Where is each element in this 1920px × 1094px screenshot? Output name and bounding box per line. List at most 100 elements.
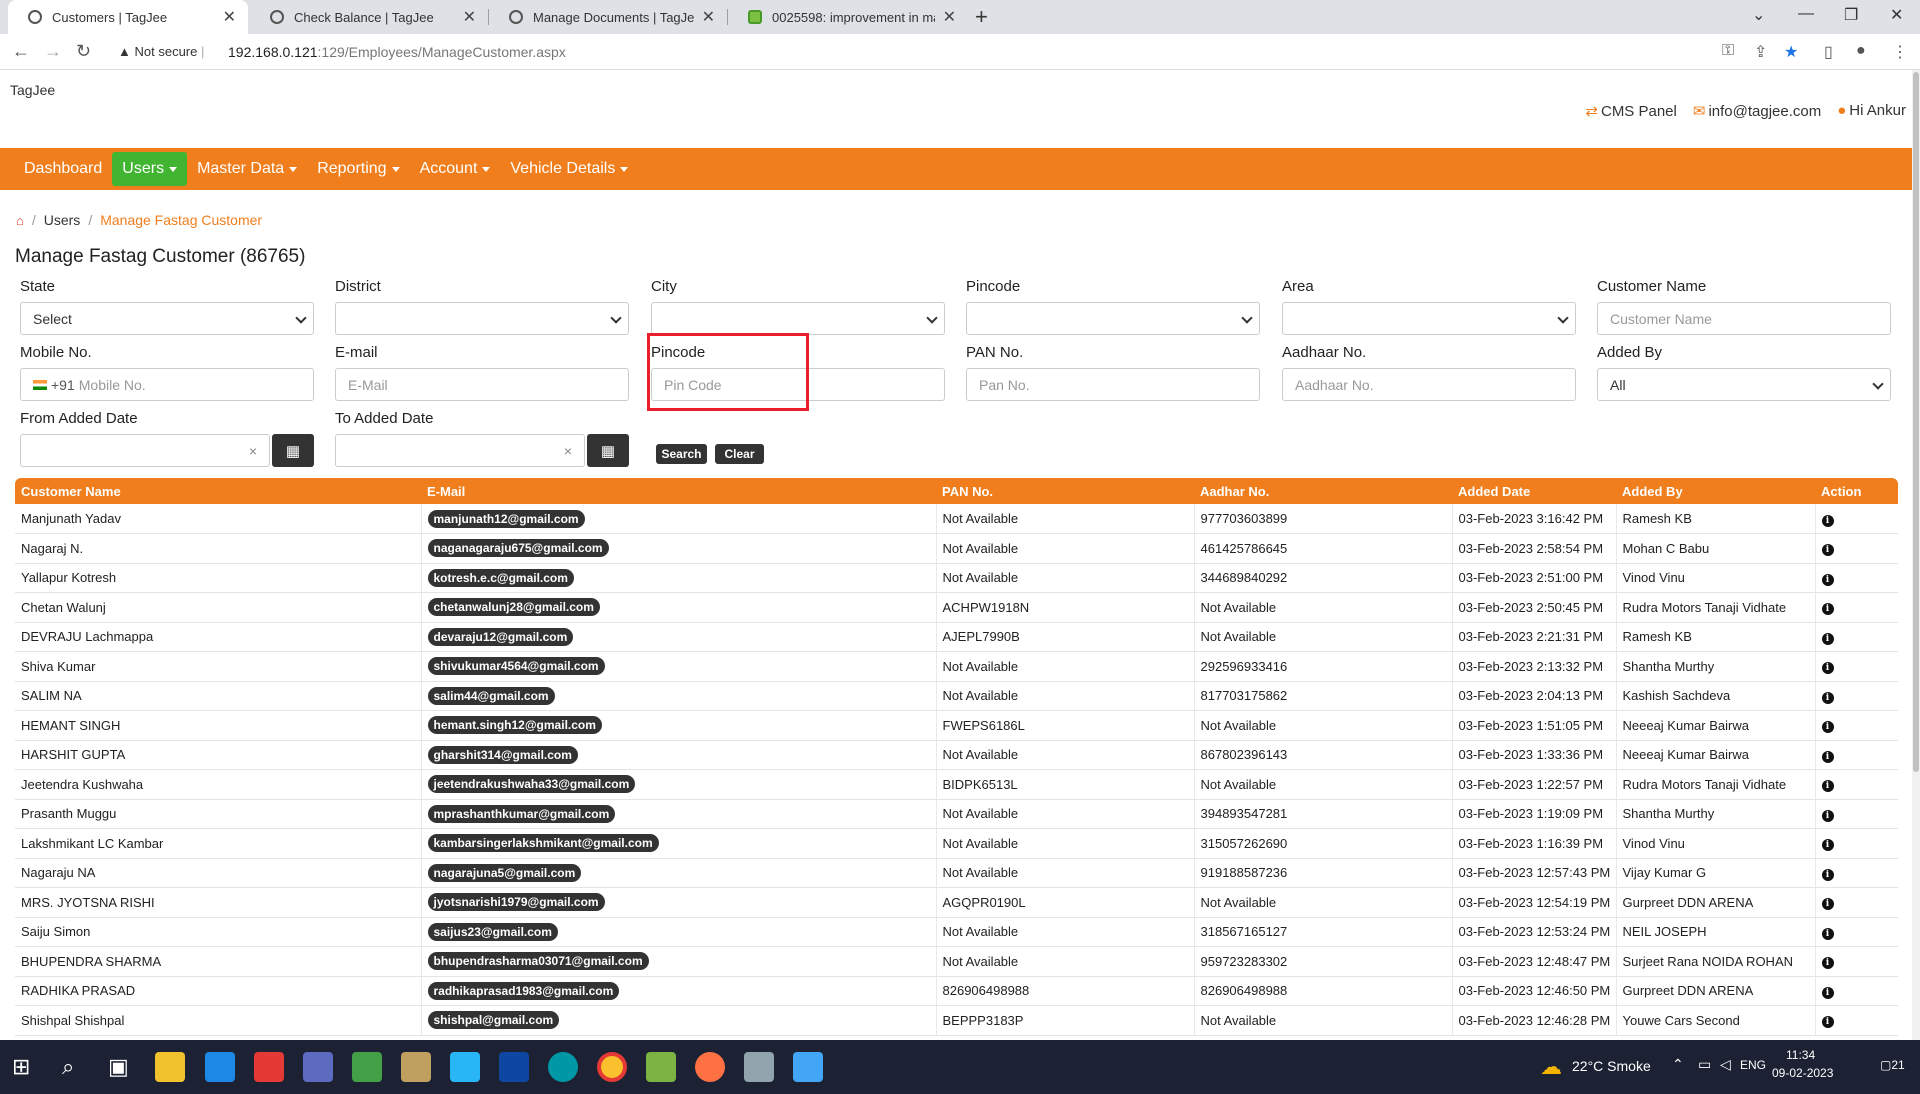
profile-icon[interactable]: ●	[1856, 42, 1866, 60]
column-header[interactable]: Action	[1815, 478, 1898, 504]
share-icon[interactable]: ⇪	[1754, 42, 1767, 62]
from-date-input[interactable]: ×	[20, 434, 270, 467]
info-icon[interactable]: i	[1821, 691, 1834, 704]
column-header[interactable]: E-Mail	[421, 478, 936, 504]
from-date-calendar-button[interactable]: ▦	[272, 434, 314, 467]
new-tab-button[interactable]: +	[975, 4, 988, 30]
app-icon[interactable]	[744, 1052, 774, 1082]
user-menu[interactable]: ● Hi Ankur	[1837, 102, 1906, 120]
clock-time[interactable]: 11:34	[1786, 1048, 1815, 1062]
state-select[interactable]: Select	[20, 302, 314, 335]
browser-tab-check-balance[interactable]: Check Balance | TagJee ✕	[250, 0, 488, 34]
info-icon[interactable]: i	[1821, 957, 1834, 970]
close-tab-icon[interactable]: ✕	[943, 7, 956, 27]
area-select[interactable]	[1282, 302, 1576, 335]
app-icon[interactable]	[450, 1052, 480, 1082]
restore-icon[interactable]: ❐	[1844, 5, 1858, 25]
info-icon[interactable]: i	[1821, 809, 1834, 822]
weather-text[interactable]: 22°C Smoke	[1572, 1058, 1651, 1074]
side-panel-icon[interactable]: ▯	[1824, 42, 1833, 62]
edge-icon[interactable]	[548, 1052, 578, 1082]
close-tab-icon[interactable]: ✕	[702, 7, 715, 27]
to-date-input[interactable]: ×	[335, 434, 585, 467]
home-icon[interactable]: ⌂	[16, 213, 24, 228]
email-input[interactable]: E-Mail	[335, 368, 629, 401]
column-header[interactable]: Added By	[1616, 478, 1815, 504]
info-icon[interactable]: i	[1821, 1016, 1834, 1029]
to-date-calendar-button[interactable]: ▦	[587, 434, 629, 467]
clear-date-icon[interactable]: ×	[564, 443, 572, 459]
nav-vehicle-details[interactable]: Vehicle Details	[500, 152, 638, 186]
bookmark-star-icon[interactable]: ★	[1784, 42, 1798, 62]
info-icon[interactable]: i	[1821, 780, 1834, 793]
cms-panel-link[interactable]: ⇄ CMS Panel	[1585, 102, 1676, 120]
outlook-icon[interactable]	[499, 1052, 529, 1082]
minimize-icon[interactable]: —	[1798, 5, 1814, 23]
info-icon[interactable]: i	[1821, 750, 1834, 763]
info-icon[interactable]: i	[1821, 632, 1834, 645]
anydesk-icon[interactable]	[254, 1052, 284, 1082]
column-header[interactable]: Added Date	[1452, 478, 1616, 504]
close-tab-icon[interactable]: ✕	[463, 7, 476, 27]
volume-icon[interactable]: ◁	[1720, 1056, 1731, 1073]
forward-icon[interactable]: →	[44, 41, 62, 62]
info-icon[interactable]: i	[1821, 898, 1834, 911]
pan-input[interactable]: Pan No.	[966, 368, 1260, 401]
info-icon[interactable]: i	[1821, 662, 1834, 675]
info-icon[interactable]: i	[1821, 868, 1834, 881]
nav-reporting[interactable]: Reporting	[307, 152, 409, 186]
page-scrollbar[interactable]	[1912, 70, 1920, 1040]
info-icon[interactable]: i	[1821, 721, 1834, 734]
browser-tab-customers[interactable]: Customers | TagJee ✕	[8, 0, 248, 34]
info-icon[interactable]: i	[1821, 927, 1834, 940]
file-explorer-icon[interactable]	[155, 1052, 185, 1082]
scrollbar-thumb[interactable]	[1913, 72, 1919, 772]
nav-dashboard[interactable]: Dashboard	[14, 152, 112, 186]
info-icon[interactable]: i	[1821, 603, 1834, 616]
nav-master-data[interactable]: Master Data	[187, 152, 307, 186]
menu-kebab-icon[interactable]: ⋮	[1892, 42, 1908, 62]
clear-button[interactable]: Clear	[715, 444, 764, 464]
language-indicator[interactable]: ENG	[1740, 1058, 1766, 1072]
chrome-icon[interactable]	[597, 1052, 627, 1082]
tagjee-logo[interactable]: TagJee	[10, 82, 55, 98]
column-header[interactable]: Customer Name	[15, 478, 421, 504]
info-icon[interactable]: i	[1821, 839, 1834, 852]
city-select[interactable]	[651, 302, 945, 335]
customer-name-input[interactable]: Customer Name	[1597, 302, 1891, 335]
app-icon[interactable]	[303, 1052, 333, 1082]
task-view-icon[interactable]: ▣	[108, 1054, 129, 1080]
notification-center[interactable]: ▢21	[1880, 1058, 1905, 1072]
mail-icon[interactable]	[205, 1052, 235, 1082]
browser-tab-manage-documents[interactable]: Manage Documents | TagJee ✕	[489, 0, 727, 34]
tab-search-icon[interactable]: ⌄	[1752, 5, 1765, 25]
app-icon[interactable]	[646, 1052, 676, 1082]
archive-icon[interactable]	[401, 1052, 431, 1082]
browser-tab-mantis[interactable]: 0025598: improvement in manag ✕	[728, 0, 968, 34]
network-icon[interactable]: ▭	[1698, 1056, 1711, 1073]
firefox-icon[interactable]	[695, 1052, 725, 1082]
close-tab-icon[interactable]: ✕	[223, 7, 236, 27]
breadcrumb-users[interactable]: Users	[44, 212, 81, 228]
email-link[interactable]: ✉ info@tagjee.com	[1693, 102, 1821, 120]
key-icon[interactable]: ⚿	[1722, 42, 1734, 60]
clock-date[interactable]: 09-02-2023	[1772, 1066, 1833, 1080]
info-icon[interactable]: i	[1821, 986, 1834, 999]
info-icon[interactable]: i	[1821, 573, 1834, 586]
column-header[interactable]: Aadhar No.	[1194, 478, 1452, 504]
info-icon[interactable]: i	[1821, 544, 1834, 557]
mobile-input[interactable]: +91 Mobile No.	[20, 368, 314, 401]
search-button[interactable]: Search	[656, 444, 707, 464]
tray-chevron-icon[interactable]: ⌃	[1672, 1056, 1684, 1073]
notepad-icon[interactable]	[352, 1052, 382, 1082]
windows-start-icon[interactable]: ⊞	[12, 1054, 30, 1080]
reload-icon[interactable]: ↻	[76, 41, 91, 62]
close-window-icon[interactable]: ✕	[1890, 5, 1903, 25]
not-secure-indicator[interactable]: ▲ Not secure |	[118, 44, 204, 59]
column-header[interactable]: PAN No.	[936, 478, 1194, 504]
url-field[interactable]: 192.168.0.121:129/Employees/ManageCustom…	[228, 44, 566, 60]
info-icon[interactable]: i	[1821, 514, 1834, 527]
district-select[interactable]	[335, 302, 629, 335]
back-icon[interactable]: ←	[12, 41, 30, 62]
nav-users[interactable]: Users	[112, 152, 188, 186]
